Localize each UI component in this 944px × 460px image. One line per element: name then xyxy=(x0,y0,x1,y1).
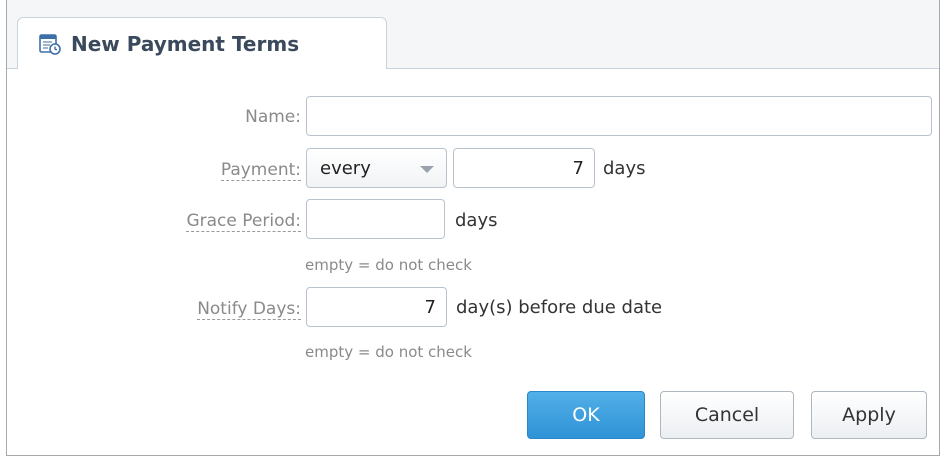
tab-bar: New Payment Terms xyxy=(7,0,939,69)
grace-period-hint: empty = do not check xyxy=(305,256,472,274)
name-field[interactable] xyxy=(306,96,932,136)
payment-frequency-value: every xyxy=(320,157,371,179)
dialog-panel: New Payment Terms Name: Payment: every 7… xyxy=(6,0,940,456)
notify-days-unit: day(s) before due date xyxy=(456,297,663,318)
cancel-button[interactable]: Cancel xyxy=(660,391,794,439)
name-label: Name: xyxy=(245,107,301,127)
payment-unit: days xyxy=(603,158,646,179)
grace-period-field[interactable] xyxy=(306,199,445,239)
notify-days-field[interactable]: 7 xyxy=(306,287,447,327)
notify-days-label: Notify Days: xyxy=(197,299,301,320)
grace-period-unit: days xyxy=(455,210,498,231)
chevron-down-icon xyxy=(420,166,434,173)
payment-amount-field[interactable]: 7 xyxy=(453,148,595,188)
page-title: New Payment Terms xyxy=(71,31,300,56)
tab-new-payment-terms[interactable]: New Payment Terms xyxy=(17,17,387,69)
apply-button[interactable]: Apply xyxy=(811,391,927,439)
grace-period-label: Grace Period: xyxy=(186,211,301,232)
payment-frequency-select[interactable]: every xyxy=(306,148,447,188)
payment-label: Payment: xyxy=(220,160,301,181)
payment-terms-icon xyxy=(39,33,61,55)
notify-days-hint: empty = do not check xyxy=(305,343,472,361)
ok-button[interactable]: OK xyxy=(527,391,645,439)
